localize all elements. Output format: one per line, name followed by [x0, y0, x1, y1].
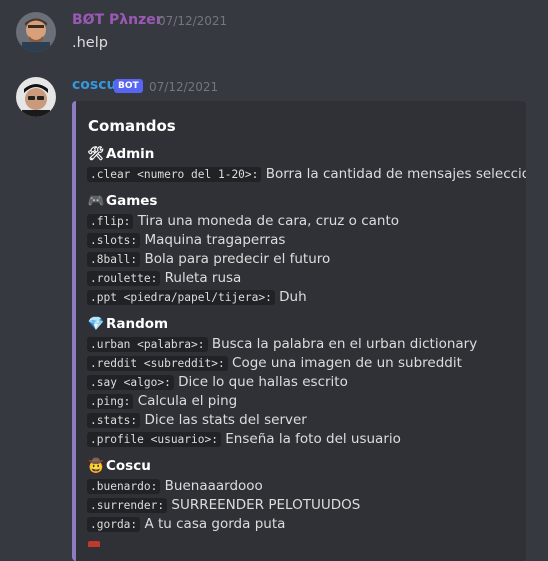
section-admin-title: 🛠Admin — [87, 146, 155, 162]
command-line: .gorda: A tu casa gorda puta — [87, 516, 285, 532]
command-desc: Calcula el ping — [137, 393, 238, 409]
hammer-wrench-icon: 🛠 — [87, 146, 105, 162]
section-coscu-title: 🤠 Coscu — [87, 458, 151, 474]
command-desc: SURREENDER PELOTUUDOS — [171, 497, 361, 513]
command-line: .surrender: SURREENDER PELOTUUDOS — [87, 497, 360, 513]
section-games-title: 🎮 Games — [87, 193, 158, 209]
message-timestamp: 07/12/2021 — [149, 80, 219, 94]
command-line: .flip: Tira una moneda de cara, cruz o c… — [87, 213, 399, 229]
command-desc: Borra la cantidad de mensajes selecciona… — [265, 166, 526, 182]
game-controller-icon: 🎮 — [87, 193, 105, 209]
command-code: .buenardo: — [87, 479, 161, 494]
command-desc: Duh — [279, 289, 307, 305]
command-line: .profile <usuario>: Enseña la foto del u… — [87, 431, 401, 447]
command-desc: Ruleta rusa — [164, 270, 242, 286]
message-timestamp: 07/12/2021 — [158, 14, 228, 28]
embed-color-bar — [72, 101, 76, 561]
command-line: .8ball: Bola para predecir el futuro — [87, 251, 330, 267]
command-code: .reddit <subreddit>: — [87, 356, 228, 371]
user-avatar-icon — [16, 12, 56, 52]
command-desc: Coge una imagen de un subreddit — [232, 355, 462, 371]
author-name[interactable]: coscu — [72, 77, 117, 93]
command-desc: Bola para predecir el futuro — [144, 251, 331, 267]
cowboy-face-icon: 🤠 — [87, 458, 105, 474]
command-code: .profile <usuario>: — [87, 432, 221, 447]
author-name[interactable]: BØT Pλnzer — [72, 12, 163, 28]
command-line: .stats: Dice las stats del server — [87, 412, 307, 428]
command-desc: A tu casa gorda puta — [144, 516, 286, 532]
command-desc: Dice las stats del server — [144, 412, 307, 428]
command-line: .urban <palabra>: Busca la palabra en el… — [87, 336, 477, 352]
command-code: .8ball: — [87, 252, 141, 267]
avatar-user[interactable] — [16, 12, 56, 52]
command-code: .ping: — [87, 394, 134, 409]
command-line: .clear <numero del 1-20>: Borra la canti… — [87, 166, 526, 182]
command-desc: Buenaaardooo — [164, 478, 263, 494]
command-code: .ppt <piedra/papel/tijera>: — [87, 290, 275, 305]
command-desc: Dice lo que hallas escrito — [178, 374, 348, 390]
bot-badge: BOT — [114, 79, 143, 93]
avatar-bot[interactable] — [16, 77, 56, 117]
command-desc: Maquina tragaperras — [144, 232, 286, 248]
command-code: .stats: — [87, 413, 141, 428]
bot-avatar-icon — [16, 77, 56, 117]
command-line: .slots: Maquina tragaperras — [87, 232, 285, 248]
command-code: .flip: — [87, 214, 134, 229]
command-desc: Enseña la foto del usuario — [225, 431, 401, 447]
command-line: .say <algo>: Dice lo que hallas escrito — [87, 374, 348, 390]
command-desc: Busca la palabra en el urban dictionary — [211, 336, 478, 352]
command-code: .clear <numero del 1-20>: — [87, 167, 262, 182]
command-line: .reddit <subreddit>: Coge una imagen de … — [87, 355, 462, 371]
message-text: .help — [72, 35, 108, 51]
command-line: .roulette: Ruleta rusa — [87, 270, 241, 286]
embed: Comandos 🛠Admin .clear <numero del 1-20>… — [72, 101, 526, 561]
command-desc: Tira una moneda de cara, cruz o canto — [137, 213, 400, 229]
command-code: .gorda: — [87, 517, 141, 532]
command-code: .urban <palabra>: — [87, 337, 208, 352]
command-code: .roulette: — [87, 271, 161, 286]
command-line: .ping: Calcula el ping — [87, 393, 237, 409]
section-random-title: 💎 Random — [87, 316, 169, 332]
gem-icon: 💎 — [87, 316, 105, 332]
embed-title: Comandos — [88, 117, 176, 135]
command-code: .say <algo>: — [87, 375, 174, 390]
command-code: .slots: — [87, 233, 141, 248]
command-line: .ppt <piedra/papel/tijera>: Duh — [87, 289, 307, 305]
command-code: .surrender: — [87, 498, 168, 513]
next-section-icon — [88, 541, 100, 547]
command-line: .buenardo: Buenaaardooo — [87, 478, 263, 494]
